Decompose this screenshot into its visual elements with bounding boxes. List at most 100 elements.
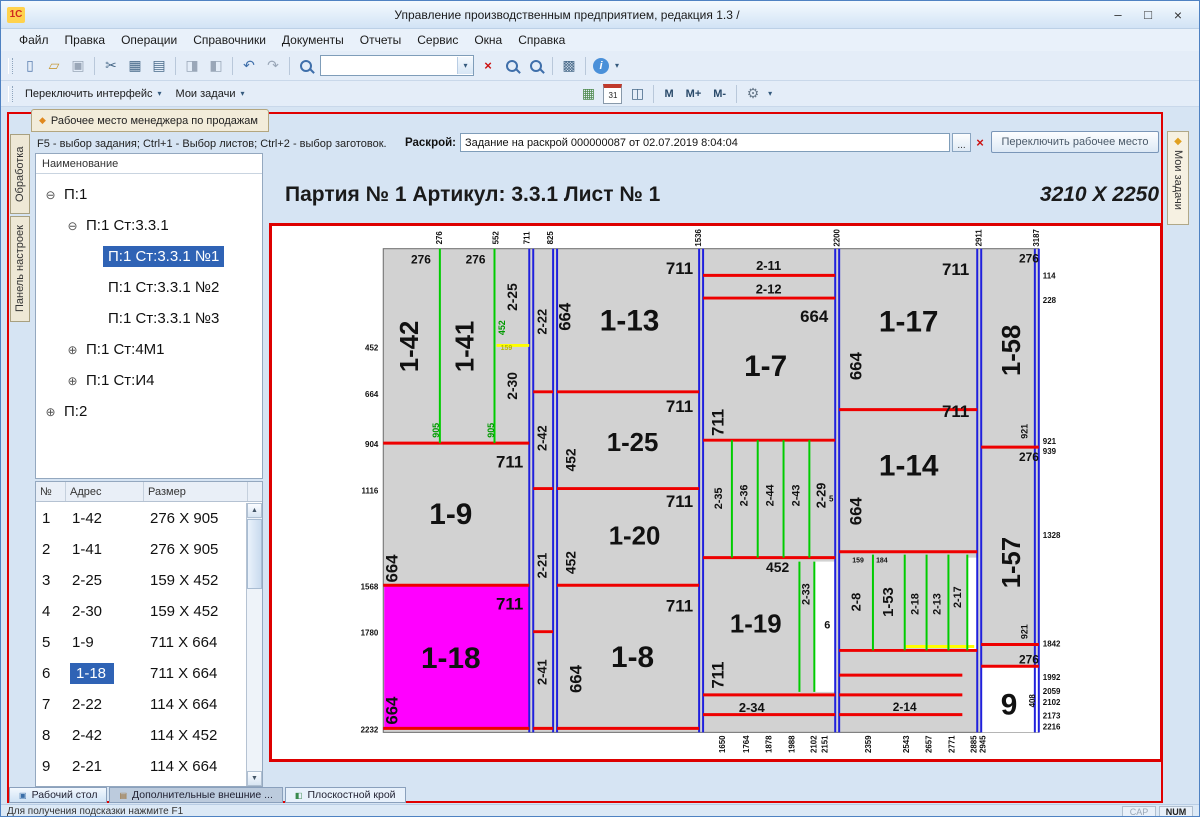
table-cell[interactable]: 7 [36, 696, 66, 713]
raskroy-clear-button[interactable]: × [972, 133, 988, 152]
menu-item[interactable]: Сервис [409, 31, 466, 49]
table-row[interactable]: 4 2-30 159 X 452 [36, 596, 246, 627]
menu-item[interactable]: Документы [274, 31, 352, 49]
tree-item[interactable]: ⊖ П:1 Ст:3.3.1 [36, 210, 262, 241]
table-cell[interactable]: 114 X 664 [144, 696, 246, 713]
table-cell[interactable]: 711 X 664 [144, 665, 246, 682]
info-icon[interactable]: i [593, 57, 609, 74]
service-icon[interactable]: ⚙ [742, 83, 764, 105]
users-icon[interactable]: ◫ [626, 83, 648, 105]
tree-item[interactable]: П:1 Ст:3.3.1 №2 [36, 272, 262, 303]
switch-interface-button[interactable]: Переключить интерфейс ▾ [18, 83, 169, 105]
search-input[interactable] [321, 59, 457, 72]
cutting-diagram[interactable]: 276 552 711 825 1536 2200 2911 3187 452 664 904 111… [269, 223, 1163, 762]
table-cell[interactable]: 8 [36, 727, 66, 744]
table-cell[interactable]: 1 [36, 510, 66, 527]
maximize-button[interactable]: □ [1133, 5, 1163, 25]
print-preview-icon[interactable]: ◧ [205, 55, 227, 77]
table-cell[interactable]: 3 [36, 572, 66, 589]
menu-item[interactable]: Окна [466, 31, 510, 49]
menu-item[interactable]: Операции [113, 31, 185, 49]
table-cell[interactable]: 1-42 [66, 510, 144, 527]
table-row[interactable]: 5 1-9 711 X 664 [36, 627, 246, 658]
tab-additional-external[interactable]: ▤ Дополнительные внешние ... [109, 787, 283, 803]
table-cell[interactable]: 1-9 [66, 634, 144, 651]
switch-workplace-button[interactable]: Переключить рабочее место [991, 131, 1159, 153]
table-cell[interactable]: 2-42 [66, 727, 144, 744]
clear-search-icon[interactable]: × [477, 55, 499, 77]
tree-item[interactable]: ⊕ П:1 Ст:И4 [36, 365, 262, 396]
m-button[interactable]: M [658, 88, 679, 100]
menu-item[interactable]: Отчеты [352, 31, 409, 49]
table-cell[interactable]: 159 X 452 [144, 572, 246, 589]
find-settings-icon[interactable] [525, 55, 547, 77]
title-bar[interactable]: 1С Управление производственным предприят… [1, 1, 1199, 29]
toolbar-grip[interactable] [8, 57, 13, 74]
table-cell[interactable]: 159 X 452 [144, 603, 246, 620]
minimize-button[interactable]: – [1103, 5, 1133, 25]
info-dropdown-icon[interactable]: ▾ [615, 61, 619, 70]
scroll-down-icon[interactable]: ▼ [247, 771, 262, 786]
column-header[interactable]: № [36, 482, 66, 501]
table-cell[interactable]: 2-25 [66, 572, 144, 589]
tree-item[interactable]: П:1 Ст:3.3.1 №1 [36, 241, 262, 272]
table-row[interactable]: 9 2-21 114 X 664 [36, 751, 246, 782]
table-cell[interactable]: 1-41 [66, 541, 144, 558]
table-cell[interactable]: 2-22 [66, 696, 144, 713]
table-cell[interactable]: 2-21 [66, 758, 144, 775]
service-dropdown-icon[interactable]: ▾ [768, 89, 772, 98]
raskroy-select-button[interactable]: ... [952, 133, 971, 152]
open-icon[interactable]: ▱ [43, 55, 65, 77]
tree-item[interactable]: ⊖ П:1 [36, 179, 262, 210]
table-cell[interactable]: 711 X 664 [144, 634, 246, 651]
table-row[interactable]: 2 1-41 276 X 905 [36, 534, 246, 565]
table-cell[interactable]: 5 [36, 634, 66, 651]
search-input-combo[interactable]: ▾ [320, 55, 474, 76]
compare-icon[interactable]: ◨ [181, 55, 203, 77]
combo-dropdown-icon[interactable]: ▾ [457, 57, 473, 74]
tree-expander-icon[interactable]: ⊕ [64, 374, 81, 388]
table-cell[interactable]: 2-30 [66, 603, 144, 620]
table-cell[interactable]: 9 [36, 758, 66, 775]
tree-expander-icon[interactable]: ⊕ [42, 405, 59, 419]
side-tab-settings-panel[interactable]: Панель настроек [10, 216, 30, 322]
toolbar-grip[interactable] [8, 85, 13, 102]
table-cell[interactable]: 2 [36, 541, 66, 558]
table-cell[interactable]: 1-18 [66, 663, 144, 684]
windows-list-icon[interactable]: ▩ [558, 55, 580, 77]
table-cell[interactable]: 114 X 452 [144, 727, 246, 744]
tree-expander-icon[interactable]: ⊖ [64, 219, 81, 233]
tree-item[interactable]: ⊕ П:2 [36, 396, 262, 427]
column-header[interactable]: Адрес [66, 482, 144, 501]
table-row[interactable]: 8 2-42 114 X 452 [36, 720, 246, 751]
table-cell[interactable]: 114 X 664 [144, 758, 246, 775]
table-cell[interactable]: 276 X 905 [144, 541, 246, 558]
table-row[interactable]: 6 1-18 711 X 664 [36, 658, 246, 689]
my-tasks-button[interactable]: Мои задачи ▾ [169, 83, 252, 105]
table-cell[interactable]: 4 [36, 603, 66, 620]
raskroy-field[interactable]: Задание на раскрой 000000087 от 02.07.20… [460, 133, 950, 152]
side-tab-my-tasks[interactable]: ◆ Мои задачи [1167, 131, 1189, 225]
m-minus-button[interactable]: M- [707, 88, 732, 100]
find-next-icon[interactable] [501, 55, 523, 77]
table-scrollbar[interactable]: ▲ ▼ [246, 503, 262, 786]
tree-item[interactable]: П:1 Ст:3.3.1 №3 [36, 303, 262, 334]
tree-expander-icon[interactable]: ⊖ [42, 188, 59, 202]
tab-flat-cutting[interactable]: ◧ Плоскостной крой [284, 787, 406, 803]
calendar-icon[interactable]: 31 [603, 83, 623, 104]
tree-item[interactable]: ⊕ П:1 Ст:4М1 [36, 334, 262, 365]
table-row[interactable]: 7 2-22 114 X 664 [36, 689, 246, 720]
workspace-tab[interactable]: ◆ Рабочее место менеджера по продажам [31, 109, 269, 132]
tree-expander-icon[interactable]: ⊕ [64, 343, 81, 357]
close-button[interactable]: × [1163, 5, 1193, 25]
redo-icon[interactable]: ↷ [262, 55, 284, 77]
scroll-up-icon[interactable]: ▲ [247, 503, 262, 518]
side-tab-processing[interactable]: Обработка [10, 134, 30, 214]
menu-item[interactable]: Файл [11, 31, 57, 49]
m-plus-button[interactable]: M+ [680, 88, 708, 100]
table-row[interactable]: 3 2-25 159 X 452 [36, 565, 246, 596]
table-row[interactable]: 1 1-42 276 X 905 [36, 503, 246, 534]
new-document-icon[interactable]: ▯ [19, 55, 41, 77]
tab-desktop[interactable]: ▣ Рабочий стол [9, 787, 108, 803]
paste-icon[interactable]: ▤ [148, 55, 170, 77]
